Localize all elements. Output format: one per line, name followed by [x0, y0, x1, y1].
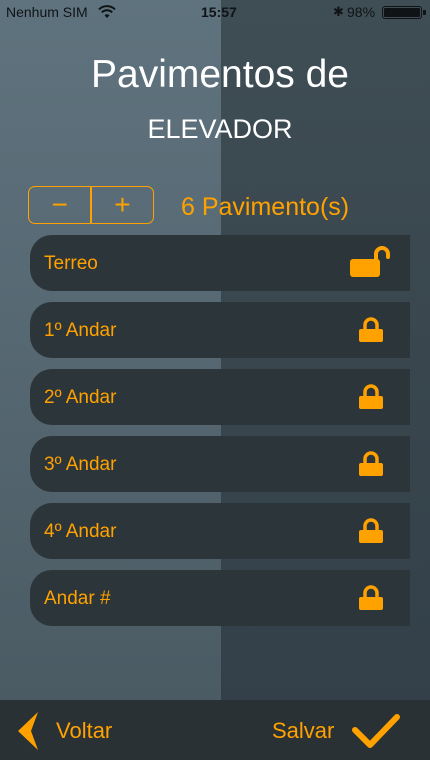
battery-icon — [382, 6, 426, 19]
floor-row-1[interactable]: 1º Andar — [30, 302, 410, 358]
floor-row-custom[interactable]: Andar # — [30, 570, 410, 626]
chevron-left-icon — [18, 712, 38, 750]
lock-closed-icon[interactable] — [358, 451, 384, 477]
floor-count-stepper: − + — [28, 186, 154, 224]
floor-row-terreo[interactable]: Terreo — [30, 235, 410, 291]
wifi-icon — [98, 5, 116, 18]
status-bar: Nenhum SIM 15:57 ✱ 98% — [0, 0, 430, 24]
floor-label: 1º Andar — [44, 320, 117, 341]
page-title: Pavimentos de — [91, 53, 349, 96]
checkmark-icon — [352, 714, 401, 748]
floor-list: Terreo 1º Andar 2º Andar 3º Andar 4º And… — [30, 235, 410, 637]
status-time: 15:57 — [201, 4, 237, 20]
lock-open-icon[interactable] — [348, 245, 390, 279]
floor-row-4[interactable]: 4º Andar — [30, 503, 410, 559]
decrement-button[interactable]: − — [29, 187, 90, 223]
floor-count-label: 6 Pavimento(s) — [181, 193, 350, 221]
battery-percent: 98% — [347, 4, 376, 20]
back-label: Voltar — [56, 718, 113, 743]
floor-label: Terreo — [44, 253, 98, 274]
lock-closed-icon[interactable] — [358, 317, 384, 343]
lock-closed-icon[interactable] — [358, 585, 384, 611]
save-label: Salvar — [272, 718, 335, 743]
page-subtitle: ELEVADOR — [147, 114, 293, 144]
save-button[interactable]: Salvar — [272, 710, 401, 752]
carrier-label: Nenhum SIM — [6, 4, 88, 20]
floor-row-2[interactable]: 2º Andar — [30, 369, 410, 425]
increment-button[interactable]: + — [92, 187, 153, 223]
bottom-toolbar: Voltar Salvar — [0, 700, 430, 760]
back-button[interactable]: Voltar — [14, 710, 112, 752]
floor-label: Andar # — [44, 588, 111, 609]
lock-closed-icon[interactable] — [358, 384, 384, 410]
floor-label: 3º Andar — [44, 454, 117, 475]
lock-closed-icon[interactable] — [358, 518, 384, 544]
bluetooth-icon: ✱ — [333, 4, 344, 19]
floor-row-3[interactable]: 3º Andar — [30, 436, 410, 492]
floor-label: 2º Andar — [44, 387, 117, 408]
floor-label: 4º Andar — [44, 521, 117, 542]
